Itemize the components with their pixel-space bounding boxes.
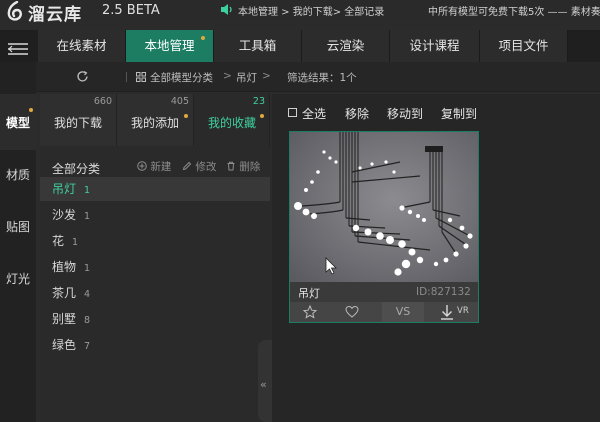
select-all-checkbox[interactable] (288, 108, 297, 117)
breadcrumb-separator: > (262, 70, 271, 82)
download-icon[interactable] (438, 302, 456, 322)
tab-label: 云渲染 (326, 38, 365, 53)
subtab-my-favorites[interactable]: 我的收藏 23 (194, 94, 270, 146)
vs-button[interactable]: VS (382, 302, 424, 322)
tab-project-files[interactable]: 项目文件 (480, 30, 568, 62)
logo-icon (7, 1, 22, 21)
badge-dot (201, 36, 205, 40)
category-count: 1 (84, 185, 91, 196)
category-name: 茶几 (52, 286, 77, 300)
pencil-icon (182, 161, 192, 171)
category-count: 1 (84, 263, 91, 274)
delete-category-button[interactable]: 删除 (226, 159, 260, 174)
heart-icon[interactable] (344, 302, 360, 322)
trash-icon (227, 161, 235, 171)
category-count: 4 (84, 289, 91, 300)
new-category-button[interactable]: 新建 (137, 159, 171, 174)
category-name: 别墅 (52, 312, 77, 326)
category-item[interactable]: 沙发 1 (40, 203, 270, 227)
menu-icon[interactable] (6, 40, 30, 58)
model-thumbnail[interactable] (290, 132, 478, 282)
category-name: 吊灯 (52, 182, 77, 196)
copy-to-button[interactable]: 复制到 (441, 105, 477, 122)
divider (126, 72, 127, 82)
select-all-label[interactable]: 全选 (302, 105, 326, 122)
app-version: 2.5 BETA (102, 3, 160, 18)
category-count: 1 (84, 211, 91, 222)
delete-label: 删除 (239, 161, 261, 173)
category-name: 沙发 (52, 208, 77, 222)
category-item[interactable]: 别墅 8 (40, 307, 270, 331)
subtab-label: 我的收藏 (208, 116, 257, 130)
tab-label: 设计课程 (409, 38, 460, 53)
refresh-icon[interactable] (76, 70, 89, 83)
badge-dot (29, 108, 33, 112)
vtab-label: 贴图 (5, 219, 30, 234)
category-item[interactable]: 茶几 4 (40, 281, 270, 305)
vr-label[interactable]: VR (457, 306, 469, 316)
subtab-label: 我的下载 (54, 116, 103, 130)
category-count: 1 (72, 237, 79, 248)
breadcrumb-separator: > (223, 70, 232, 82)
category-count: 8 (84, 315, 91, 326)
notice-breadcrumb[interactable]: 本地管理 > 我的下载> 全部记录 (238, 3, 384, 18)
tab-online-materials[interactable]: 在线素材 (38, 30, 126, 62)
vtab-textures[interactable]: 贴图 (0, 198, 36, 254)
tab-toolbox[interactable]: 工具箱 (214, 30, 302, 62)
category-name: 植物 (52, 260, 77, 274)
tab-design-courses[interactable]: 设计课程 (390, 30, 480, 62)
category-item[interactable]: 绿色 7 (40, 333, 270, 357)
vtab-lights[interactable]: 灯光 (0, 250, 36, 306)
subtab-count: 660 (93, 96, 112, 107)
category-item[interactable]: 花1 (40, 229, 270, 253)
category-item[interactable]: 植物 1 (40, 255, 270, 279)
notice-marquee: 中所有模型可免费下载5次 —— 素材奏颜 (428, 7, 600, 18)
subtab-label: 我的添加 (131, 116, 180, 130)
breadcrumb-current[interactable]: 吊灯 (236, 70, 257, 85)
tab-local-management[interactable]: 本地管理 (126, 30, 214, 62)
remove-button[interactable]: 移除 (345, 105, 369, 122)
vtab-models[interactable]: 模型 (0, 94, 36, 150)
tab-label: 项目文件 (498, 38, 549, 53)
subtab-count: 23 (252, 96, 265, 107)
category-count: 7 (84, 341, 91, 352)
filter-result: 筛选结果：1个 (287, 72, 357, 84)
breadcrumb-all-categories[interactable]: 全部模型分类 (150, 70, 213, 85)
vtab-label: 模型 (5, 115, 30, 130)
grid-icon (136, 72, 146, 82)
tab-cloud-render[interactable]: 云渲染 (302, 30, 390, 62)
category-item[interactable]: 吊灯 1 (40, 177, 270, 201)
tab-label: 工具箱 (238, 38, 277, 53)
move-to-button[interactable]: 移动到 (387, 105, 423, 122)
badge-dot (260, 114, 264, 118)
vtab-materials[interactable]: 材质 (0, 146, 36, 202)
vtab-label: 材质 (5, 167, 30, 182)
model-title: 吊灯 (298, 287, 320, 300)
category-name: 绿色 (52, 338, 77, 352)
vtab-label: 灯光 (5, 271, 30, 286)
category-name: 花 (52, 234, 65, 248)
star-icon[interactable] (302, 302, 318, 322)
collapse-icon[interactable]: « (260, 378, 267, 391)
category-header: 全部分类 (52, 162, 101, 176)
subtab-my-downloads[interactable]: 我的下载 660 (40, 94, 117, 146)
subtab-my-additions[interactable]: 我的添加 405 (117, 94, 194, 146)
plus-circle-icon (137, 161, 147, 171)
app-name: 溜云库 (28, 5, 82, 25)
speaker-icon (221, 4, 232, 15)
subtab-count: 405 (170, 96, 189, 107)
edit-label: 修改 (195, 161, 217, 173)
tab-label: 在线素材 (56, 38, 107, 53)
model-id: ID:827132 (416, 286, 471, 298)
new-label: 新建 (150, 161, 172, 173)
edit-category-button[interactable]: 修改 (182, 159, 216, 174)
badge-dot (184, 114, 188, 118)
tab-label: 本地管理 (144, 38, 195, 53)
